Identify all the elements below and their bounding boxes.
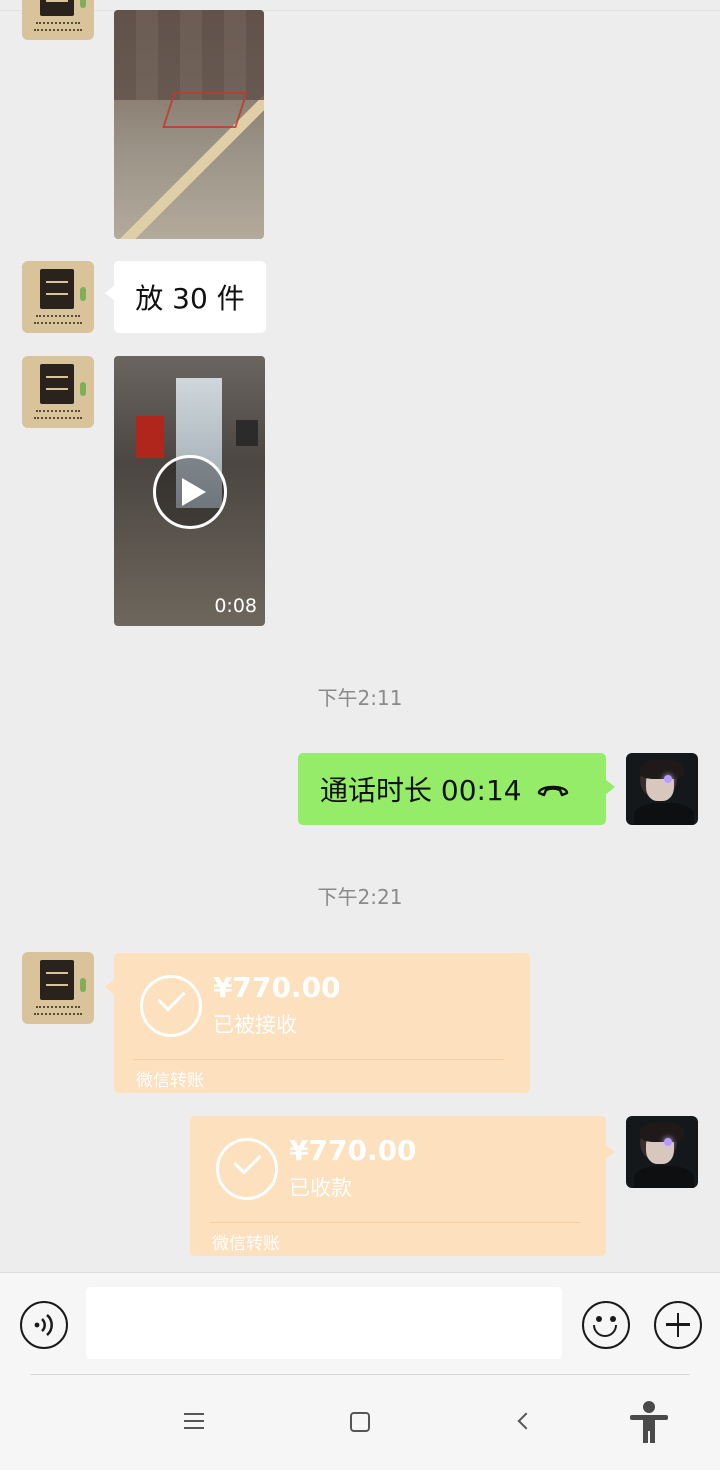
call-record-message[interactable]: 通话时长 00:14 [298,753,615,825]
timestamp: 下午2:11 [317,686,403,710]
check-circle-icon [140,975,202,1037]
message-text: 放 30 件 [135,282,245,315]
avatar-image [634,803,694,825]
logo-text [36,315,80,319]
leaf-mark [80,0,86,8]
transfer-message[interactable]: ¥770.00 已收款 微信转账 [190,1116,615,1256]
logo-text [34,29,82,33]
divider [210,1222,580,1223]
avatar-image [664,1138,672,1146]
logo-text [36,1006,80,1010]
leaf-mark [80,382,86,396]
text-message[interactable]: 放 30 件 [105,261,266,333]
transfer-status: 已收款 [289,1176,352,1200]
transfer-label: 微信转账 [212,1234,280,1254]
logo [40,364,74,404]
transfer-message[interactable]: ¥770.00 已被接收 微信转账 [105,953,530,1093]
timestamp: 下午2:21 [317,885,403,909]
menu-icon[interactable] [184,1413,204,1429]
emoji-eye [596,1316,602,1322]
video-thumbnail [236,420,258,446]
call-duration-text: 通话时长 00:14 [320,774,522,807]
avatar-image [664,775,672,783]
check-circle-icon [216,1138,278,1200]
home-icon[interactable] [350,1412,370,1432]
logo [40,269,74,309]
contact-avatar[interactable] [22,356,94,428]
chat-area[interactable]: 放 30 件 0:08 下午2:11 通话时长 00:14 下午2:21 ¥77… [0,0,720,1272]
emoji-mouth [593,1325,617,1337]
message-input[interactable] [86,1287,562,1359]
avatar-image [640,1122,684,1142]
leaf-mark [80,287,86,301]
emoji-icon[interactable] [582,1301,630,1349]
voice-icon[interactable] [20,1301,68,1349]
input-bar [0,1272,720,1377]
transfer-label: 微信转账 [136,1071,204,1091]
contact-avatar[interactable] [22,261,94,333]
voice-icon [34,1314,53,1336]
divider [134,1059,504,1060]
avatar-image [634,1166,694,1188]
transfer-amount: ¥770.00 [289,1134,417,1167]
divider [0,10,720,11]
video-duration: 0:08 [214,595,257,617]
image-message[interactable] [114,10,264,239]
logo-text [34,1013,82,1017]
emoji-eye [610,1316,616,1322]
logo-text [34,417,82,421]
plus-icon[interactable] [654,1301,702,1349]
logo-text [36,22,80,26]
photo-content [162,92,248,128]
avatar-image [640,759,684,779]
phone-hangup-icon [537,785,568,797]
photo-content [114,10,264,100]
accessibility-icon[interactable] [630,1401,668,1443]
video-message[interactable]: 0:08 [114,356,265,626]
user-avatar[interactable] [626,753,698,825]
logo [40,960,74,1000]
logo-text [36,410,80,414]
contact-avatar[interactable] [22,952,94,1024]
logo [40,0,74,16]
leaf-mark [80,978,86,992]
user-avatar[interactable] [626,1116,698,1188]
back-icon[interactable] [517,1412,535,1430]
video-thumbnail [136,416,164,458]
system-nav-bar [0,1375,720,1470]
transfer-status: 已被接收 [213,1013,297,1037]
contact-avatar[interactable] [22,0,94,40]
play-icon[interactable] [153,455,227,529]
transfer-amount: ¥770.00 [213,971,341,1004]
logo-text [34,322,82,326]
